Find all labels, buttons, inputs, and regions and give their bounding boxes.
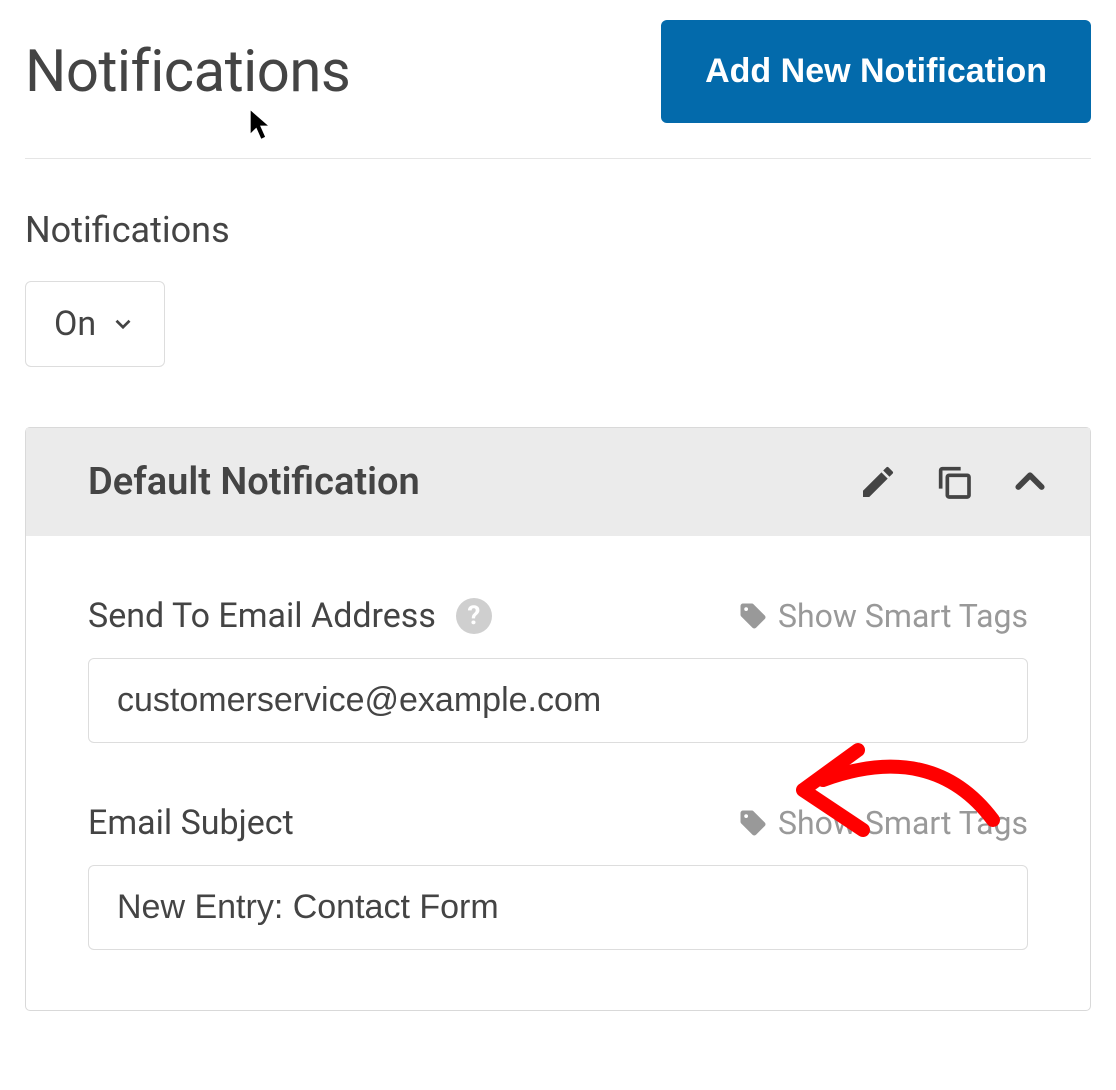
tags-icon [738,808,768,838]
collapse-button[interactable] [1010,462,1050,502]
help-icon[interactable]: ? [456,598,492,634]
page-header: Notifications Add New Notification [25,20,1091,159]
panel-header: Default Notification [26,428,1090,536]
duplicate-button[interactable] [934,462,974,502]
notifications-label: Notifications [25,209,1091,251]
subject-smart-tags-link[interactable]: Show Smart Tags [738,804,1028,842]
panel-body: Send To Email Address ? Show Smart Tags … [26,536,1090,950]
edit-button[interactable] [858,462,898,502]
email-subject-input[interactable] [88,865,1028,950]
panel-actions [858,462,1050,502]
notifications-toggle-section: Notifications On [25,209,1091,367]
notification-panel: Default Notification Send To Email Addre… [25,427,1091,1011]
tags-icon [738,601,768,631]
panel-title: Default Notification [88,460,420,504]
email-subject-field-group: Email Subject Show Smart Tags [88,803,1028,950]
chevron-up-icon [1010,462,1050,502]
send-to-email-input[interactable] [88,658,1028,743]
notifications-toggle-select[interactable]: On [25,281,165,367]
chevron-down-icon [110,311,136,337]
send-to-smart-tags-link[interactable]: Show Smart Tags [738,597,1028,635]
email-subject-label: Email Subject [88,803,294,843]
pencil-icon [858,462,898,502]
send-to-field-group: Send To Email Address ? Show Smart Tags [88,596,1028,743]
add-new-notification-button[interactable]: Add New Notification [661,20,1091,123]
send-to-smart-tags-label: Show Smart Tags [778,597,1028,635]
subject-smart-tags-label: Show Smart Tags [778,804,1028,842]
send-to-label: Send To Email Address [88,596,436,636]
page-title: Notifications [25,38,350,106]
copy-icon [934,462,974,502]
notifications-toggle-value: On [54,304,96,344]
